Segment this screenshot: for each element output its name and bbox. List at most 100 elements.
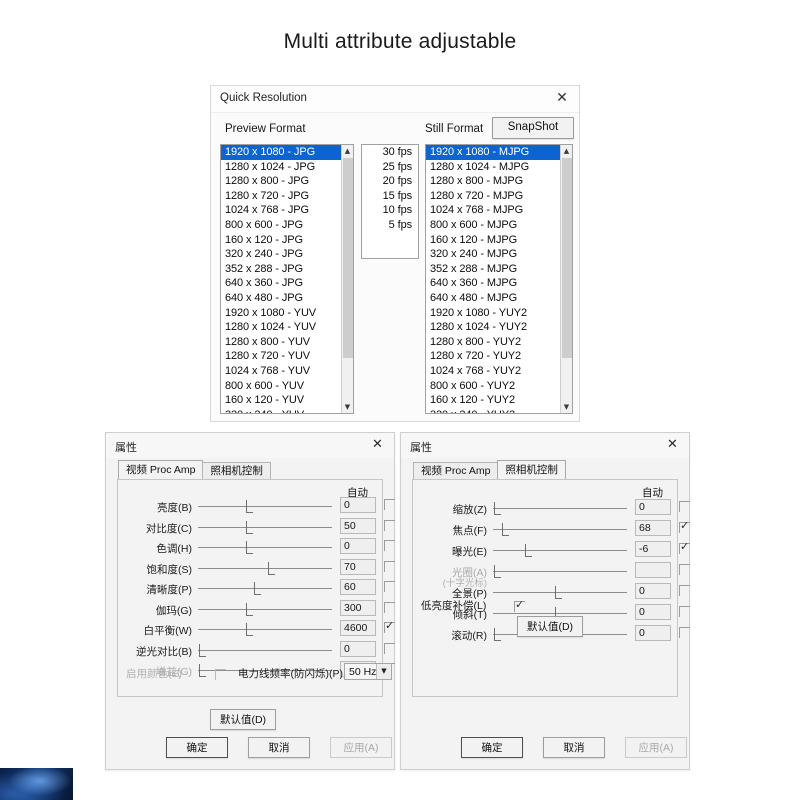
slider-track[interactable] xyxy=(198,520,332,534)
frame-rate-listbox[interactable]: 30 fps 25 fps 20 fps 15 fps 10 fps 5 fps xyxy=(361,144,419,259)
slider-thumb[interactable] xyxy=(494,565,501,578)
snapshot-button[interactable]: SnapShot xyxy=(492,117,574,139)
slider-track[interactable] xyxy=(493,544,627,557)
list-item[interactable]: 1024 x 768 - YUV xyxy=(221,364,341,379)
cancel-button[interactable]: 取消 xyxy=(248,737,310,758)
list-item[interactable]: 1280 x 1024 - YUY2 xyxy=(426,320,560,335)
auto-checkbox[interactable] xyxy=(384,619,395,633)
slider-value-field[interactable]: 0 xyxy=(635,604,671,620)
slider-thumb[interactable] xyxy=(199,664,206,677)
still-scrollbar[interactable]: ▲ ▼ xyxy=(560,145,572,413)
default-button[interactable]: 默认值(D) xyxy=(210,709,276,730)
list-item[interactable]: 20 fps xyxy=(362,174,418,189)
auto-checkbox[interactable] xyxy=(679,606,690,617)
slider-thumb[interactable] xyxy=(246,623,253,636)
slider-thumb[interactable] xyxy=(246,520,253,534)
slider-value-field[interactable]: 300 xyxy=(340,599,376,616)
list-item[interactable]: 1920 x 1080 - YUV xyxy=(221,306,341,321)
list-item[interactable]: 640 x 360 - MJPG xyxy=(426,276,560,291)
camera-control-tabstrip[interactable]: 视频 Proc Amp 照相机控制 xyxy=(413,460,566,480)
preview-scrollbar[interactable]: ▲ ▼ xyxy=(341,145,353,413)
list-item[interactable]: 1280 x 800 - MJPG xyxy=(426,174,560,189)
scrollbar-thumb[interactable] xyxy=(343,158,353,358)
list-item[interactable]: 1280 x 720 - YUV xyxy=(221,349,341,364)
list-item[interactable]: 800 x 600 - JPG xyxy=(221,218,341,233)
list-item[interactable]: 1920 x 1080 - MJPG xyxy=(426,145,560,160)
tab-camera-control[interactable]: 照相机控制 xyxy=(202,462,271,480)
auto-checkbox[interactable] xyxy=(679,627,690,638)
auto-checkbox[interactable] xyxy=(384,560,395,572)
scroll-up-icon[interactable]: ▲ xyxy=(342,145,353,157)
auto-checkbox[interactable] xyxy=(679,540,690,554)
list-item[interactable]: 5 fps xyxy=(362,218,418,233)
list-item[interactable]: 1920 x 1080 - YUY2 xyxy=(426,306,560,321)
close-icon[interactable]: ✕ xyxy=(369,436,386,453)
list-item[interactable]: 1280 x 720 - YUY2 xyxy=(426,349,560,364)
still-format-list[interactable]: 1920 x 1080 - MJPG 1280 x 1024 - MJPG 1280… xyxy=(426,145,560,413)
still-format-listbox[interactable]: 1920 x 1080 - MJPG 1280 x 1024 - MJPG 1280… xyxy=(425,144,573,414)
list-item[interactable]: 10 fps xyxy=(362,203,418,218)
slider-value-field[interactable]: 0 xyxy=(340,640,376,657)
slider-value-field[interactable]: 70 xyxy=(340,558,376,575)
close-icon[interactable]: ✕ xyxy=(553,89,571,107)
auto-checkbox[interactable] xyxy=(679,501,690,512)
slider-thumb[interactable] xyxy=(494,502,501,515)
list-item[interactable]: 1280 x 800 - JPG xyxy=(221,174,341,189)
slider-track[interactable] xyxy=(198,561,332,575)
slider-value-field[interactable]: 0 xyxy=(635,499,671,515)
list-item[interactable]: 1280 x 1024 - MJPG xyxy=(426,160,560,175)
slider-thumb[interactable] xyxy=(268,561,275,575)
list-item[interactable]: 1024 x 768 - YUY2 xyxy=(426,364,560,379)
tab-camera-control[interactable]: 照相机控制 xyxy=(497,460,566,480)
slider-thumb[interactable] xyxy=(199,643,206,657)
slider-track[interactable] xyxy=(493,565,627,578)
slider-value-field[interactable]: 4600 xyxy=(340,620,376,636)
auto-checkbox[interactable] xyxy=(679,585,690,596)
list-item[interactable]: 1280 x 1024 - JPG xyxy=(221,160,341,175)
auto-checkbox[interactable] xyxy=(384,519,395,531)
slider-thumb[interactable] xyxy=(246,541,253,554)
slider-thumb[interactable] xyxy=(246,602,253,616)
slider-thumb[interactable] xyxy=(246,500,253,513)
list-item[interactable]: 800 x 600 - YUV xyxy=(221,379,341,394)
list-item[interactable]: 320 x 240 - YUY2 xyxy=(426,408,560,413)
list-item[interactable]: 640 x 480 - JPG xyxy=(221,291,341,306)
slider-track[interactable] xyxy=(493,607,627,620)
slider-track[interactable] xyxy=(493,586,627,599)
list-item[interactable]: 320 x 240 - MJPG xyxy=(426,247,560,262)
list-item[interactable]: 640 x 480 - MJPG xyxy=(426,291,560,306)
slider-value-field[interactable]: 0 xyxy=(340,497,376,513)
list-item[interactable]: 1280 x 800 - YUY2 xyxy=(426,335,560,350)
list-item[interactable]: 160 x 120 - JPG xyxy=(221,233,341,248)
slider-value-field[interactable] xyxy=(635,562,671,578)
preview-format-list[interactable]: 1920 x 1080 - JPG 1280 x 1024 - JPG 1280 x… xyxy=(221,145,341,413)
preview-format-listbox[interactable]: 1920 x 1080 - JPG 1280 x 1024 - JPG 1280 x… xyxy=(220,144,354,414)
auto-checkbox[interactable] xyxy=(384,499,395,510)
auto-checkbox[interactable] xyxy=(679,519,690,533)
list-item[interactable]: 800 x 600 - YUY2 xyxy=(426,379,560,394)
slider-thumb[interactable] xyxy=(494,628,501,641)
slider-value-field[interactable]: 50 xyxy=(340,517,376,534)
list-item[interactable]: 1024 x 768 - JPG xyxy=(221,203,341,218)
power-line-frequency-select[interactable]: 50 Hz ▼ xyxy=(344,663,392,680)
list-item[interactable]: 320 x 240 - JPG xyxy=(221,247,341,262)
chevron-down-icon[interactable]: ▼ xyxy=(376,664,391,679)
default-button[interactable]: 默认值(D) xyxy=(517,616,583,637)
slider-track[interactable] xyxy=(198,623,332,636)
list-item[interactable]: 25 fps xyxy=(362,160,418,175)
slider-track[interactable] xyxy=(493,523,627,536)
cancel-button[interactable]: 取消 xyxy=(543,737,605,758)
slider-value-field[interactable]: 0 xyxy=(635,625,671,641)
list-item[interactable]: 352 x 288 - JPG xyxy=(221,262,341,277)
auto-checkbox[interactable] xyxy=(384,601,395,613)
close-icon[interactable]: ✕ xyxy=(664,436,681,453)
list-item[interactable]: 1280 x 1024 - YUV xyxy=(221,320,341,335)
slider-track[interactable] xyxy=(198,500,332,513)
lowlight-compensation-checkbox[interactable] xyxy=(514,598,525,612)
tab-video-proc-amp[interactable]: 视频 Proc Amp xyxy=(118,460,204,480)
list-item[interactable]: 1280 x 720 - MJPG xyxy=(426,189,560,204)
list-item[interactable]: 640 x 360 - JPG xyxy=(221,276,341,291)
scroll-down-icon[interactable]: ▼ xyxy=(561,401,572,413)
list-item[interactable]: 1280 x 720 - JPG xyxy=(221,189,341,204)
slider-value-field[interactable]: 0 xyxy=(635,583,671,599)
